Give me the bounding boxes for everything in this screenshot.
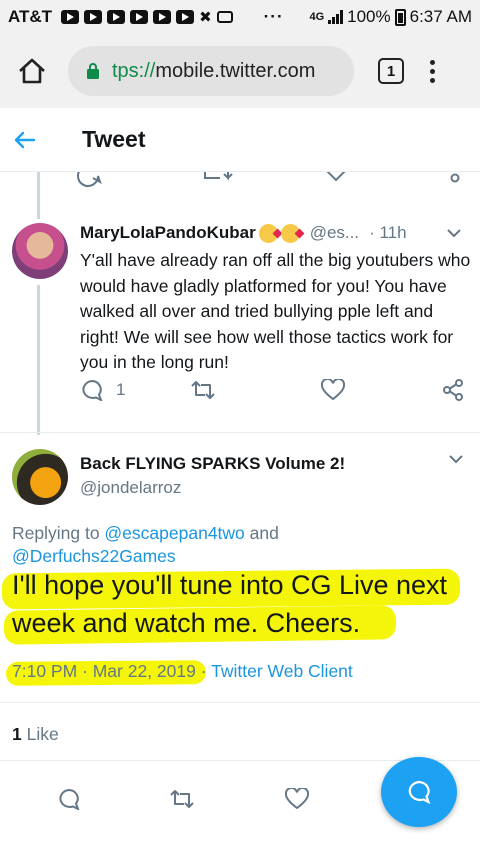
network-type: 4G	[309, 11, 325, 23]
divider	[0, 432, 480, 433]
tweet-time[interactable]: · 11h	[369, 223, 407, 243]
tweet-actions: 1	[80, 378, 470, 402]
reply-button[interactable]: 1	[80, 379, 189, 401]
retweet-icon[interactable]	[168, 788, 196, 810]
thread-line	[37, 285, 40, 435]
like-count: 1	[12, 724, 22, 744]
browser-toolbar: tps://mobile.twitter.com 1	[0, 34, 480, 108]
reply-icon[interactable]	[57, 788, 81, 810]
reply-tweet-header: MaryLolaPandoKubar @es... · 11h	[80, 223, 470, 243]
like-icon	[320, 379, 345, 401]
like-label: Like	[21, 724, 59, 744]
signal-icon	[328, 10, 344, 24]
reply-count: 1	[116, 380, 126, 399]
previous-tweet-actions	[0, 172, 480, 190]
retweet-button[interactable]	[189, 379, 320, 401]
url-host: mobile.twitter.com	[155, 59, 316, 82]
tweet-meta: 7:10 PM · Mar 22, 2019 · Twitter Web Cli…	[12, 661, 353, 682]
youtube-icon	[84, 10, 103, 24]
retweet-icon	[191, 381, 216, 399]
replying-and: and	[244, 523, 279, 543]
page-header: Tweet	[0, 108, 480, 172]
home-button[interactable]	[10, 49, 54, 93]
replying-prefix: Replying to	[12, 523, 105, 543]
thread-line	[37, 190, 40, 219]
youtube-icon	[153, 10, 172, 24]
menu-icon[interactable]	[430, 59, 435, 83]
like-icon[interactable]	[285, 788, 309, 810]
like-button[interactable]	[320, 379, 442, 401]
missed-call-icon: ✖	[199, 9, 212, 26]
status-bar: AT&T ✖ ··· 4G 100% 6:37 AM	[0, 0, 480, 34]
chevron-down-icon[interactable]	[448, 454, 464, 464]
url-scheme: tps://	[112, 59, 156, 82]
home-icon	[19, 58, 45, 84]
share-button[interactable]	[442, 379, 464, 401]
share-icon	[443, 379, 463, 401]
display-name[interactable]: Back FLYING SPARKS Volume 2!	[80, 454, 345, 474]
lock-icon	[87, 63, 99, 79]
avatar[interactable]	[12, 223, 68, 279]
youtube-icon	[130, 10, 149, 24]
mention-link[interactable]: @Derfuchs22Games	[12, 546, 176, 566]
partial-action-icons	[77, 172, 460, 187]
tweet-text: Y'all have already ran off all the big y…	[80, 250, 471, 372]
client-link[interactable]: Twitter Web Client	[211, 661, 353, 681]
carrier-label: AT&T	[8, 7, 53, 26]
tweet-datetime: 7:10 PM · Mar 22, 2019	[12, 661, 196, 681]
kiss-emoji-icon	[258, 223, 278, 243]
battery-icon	[394, 8, 406, 26]
address-bar[interactable]: tps://mobile.twitter.com	[68, 46, 354, 96]
tab-count: 1	[386, 62, 396, 80]
avatar[interactable]	[12, 449, 68, 505]
voicemail-icon	[216, 11, 233, 23]
divider	[0, 702, 480, 703]
likes-summary[interactable]: 1 Like	[12, 724, 59, 745]
mention-link[interactable]: @escapepan4two	[104, 523, 244, 543]
compose-icon	[408, 780, 431, 804]
user-handle[interactable]: @jondelarroz	[80, 478, 181, 498]
kiss-emoji-icon	[280, 223, 300, 243]
meta-separator: ·	[195, 661, 212, 681]
youtube-icon	[107, 10, 126, 24]
tabs-button[interactable]: 1	[378, 58, 404, 84]
page-title: Tweet	[82, 126, 146, 152]
tweet-text: I'll hope you'll tune into CG Live next …	[12, 570, 448, 638]
back-button[interactable]	[14, 131, 54, 149]
notification-icon	[61, 10, 80, 24]
compose-button[interactable]	[381, 757, 457, 827]
back-arrow-icon	[14, 131, 36, 148]
replying-to: Replying to @escapepan4two and @Derfuchs…	[12, 522, 472, 568]
chevron-down-icon[interactable]	[446, 228, 462, 238]
more-notifications: ···	[263, 7, 284, 26]
display-name[interactable]: MaryLolaPandoKubar	[80, 223, 256, 243]
reply-icon	[82, 379, 103, 401]
thread-line	[37, 172, 40, 190]
youtube-icon	[176, 10, 195, 24]
user-handle[interactable]: @es...	[310, 223, 359, 243]
battery-percent: 100%	[347, 7, 391, 26]
clock: 6:37 AM	[409, 7, 472, 26]
